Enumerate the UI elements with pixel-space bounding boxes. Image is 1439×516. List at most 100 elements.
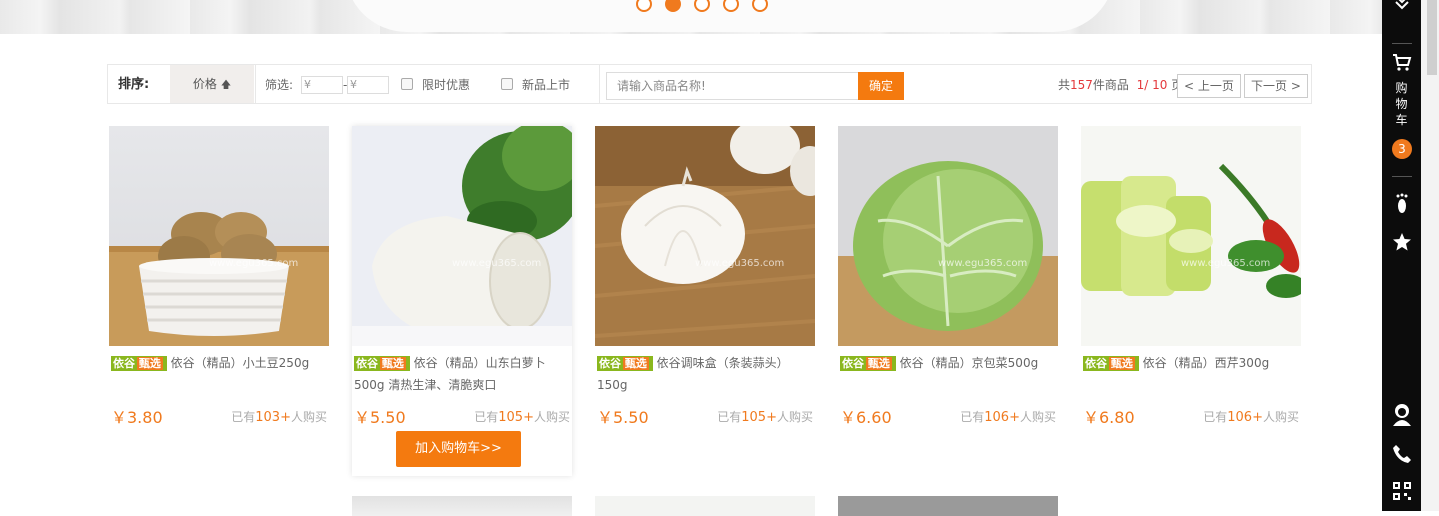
star-icon[interactable]	[1382, 232, 1421, 254]
carousel-dot-2[interactable]	[665, 0, 681, 12]
product-image[interactable]: www.egu365.com	[1081, 126, 1301, 346]
product-name[interactable]: 依谷 甄选 依谷（精品）京包菜500g	[840, 352, 1055, 374]
search-confirm-button[interactable]: 确定	[858, 72, 904, 100]
product-image[interactable]	[838, 496, 1058, 516]
count-prefix: 共	[1058, 78, 1071, 92]
product-card[interactable]: www.egu365.com 依谷 甄选 依谷（精品）西芹300g ￥6.80 …	[1081, 126, 1301, 427]
sold-suffix: 人购买	[533, 410, 570, 424]
qrcode-icon[interactable]	[1382, 481, 1421, 503]
product-price: ￥6.80	[1083, 408, 1135, 427]
page-scrollbar-thumb[interactable]	[1427, 0, 1437, 75]
limited-offer-checkbox[interactable]	[401, 78, 413, 90]
watermark: www.egu365.com	[209, 258, 299, 269]
filter-bar: 排序: 价格 🡅 筛选: ¥ - ¥ 限时优惠 新品上市 请输入商品名称! 确定 …	[107, 64, 1312, 104]
phone-icon[interactable]	[1382, 444, 1421, 466]
carousel-dot-1[interactable]	[636, 0, 652, 12]
filter-label: 筛选:	[265, 78, 294, 92]
cart-label[interactable]: 购物车	[1382, 80, 1421, 128]
brand-tag-a: 依谷	[356, 357, 378, 370]
limited-offer-label[interactable]: 限时优惠	[422, 65, 470, 105]
collapse-icon[interactable]	[1382, 0, 1421, 14]
sort-label: 排序:	[118, 77, 150, 92]
sold-prefix: 已有	[474, 410, 499, 424]
product-card[interactable]: www.egu365.com 依谷 甄选 依谷（精品）小土豆250g ￥3.80…	[109, 126, 329, 427]
sold-count: 已有105+人购买	[474, 408, 570, 425]
price-max-input[interactable]: ¥	[347, 76, 389, 94]
total-pages: 10	[1152, 78, 1168, 92]
footprint-icon[interactable]	[1382, 193, 1421, 217]
cart-icon[interactable]	[1382, 52, 1421, 76]
product-image[interactable]	[352, 496, 572, 516]
brand-tag-a: 依谷	[113, 357, 135, 370]
product-card[interactable]: www.egu365.com 依谷 甄选 依谷调味盒（条装蒜头）150g ￥5.…	[595, 126, 815, 427]
search-input[interactable]: 请输入商品名称!	[606, 72, 859, 100]
divider	[255, 65, 256, 103]
product-title[interactable]: 依谷（精品）小土豆250g	[171, 356, 310, 370]
cart-count-badge: 3	[1392, 139, 1412, 159]
brand-tag-a: 依谷	[599, 357, 621, 370]
product-card[interactable]: www.egu365.com 依谷 甄选 依谷（精品）山东白萝卜500g 清热生…	[352, 126, 572, 476]
product-image[interactable]: www.egu365.com	[595, 126, 815, 346]
sort-price-button[interactable]: 价格 🡅	[170, 65, 254, 103]
sold-suffix: 人购买	[776, 410, 813, 424]
sold-suffix: 人购买	[1262, 410, 1299, 424]
brand-tag-a: 依谷	[842, 357, 864, 370]
sold-suffix: 人购买	[290, 410, 327, 424]
product-price: ￥6.60	[840, 408, 892, 427]
arrow-up-icon: 🡅	[220, 80, 232, 91]
product-image[interactable]	[595, 496, 815, 516]
brand-tag: 依谷 甄选	[111, 356, 167, 371]
sort-price-label: 价格	[192, 77, 217, 91]
sold-prefix: 已有	[1203, 410, 1228, 424]
product-name[interactable]: 依谷 甄选 依谷（精品）西芹300g	[1083, 352, 1298, 374]
price-min-input[interactable]: ¥	[301, 76, 343, 94]
sold-number: 105+	[498, 410, 534, 425]
watermark: www.egu365.com	[1181, 258, 1271, 269]
next-page-button[interactable]: 下一页 >	[1244, 74, 1308, 98]
brand-tag: 依谷 甄选	[840, 356, 896, 371]
brand-tag-b: 甄选	[622, 357, 649, 370]
divider	[1392, 43, 1412, 44]
divider	[599, 65, 600, 103]
product-name[interactable]: 依谷 甄选 依谷（精品）小土豆250g	[111, 352, 326, 374]
page-scrollbar-track[interactable]	[1421, 0, 1439, 511]
add-to-cart-button[interactable]: 加入购物车>>	[396, 431, 521, 467]
product-image[interactable]: www.egu365.com	[352, 126, 572, 346]
customer-service-icon[interactable]	[1382, 402, 1421, 428]
product-name[interactable]: 依谷 甄选 依谷调味盒（条装蒜头）150g	[597, 352, 812, 396]
sold-prefix: 已有	[960, 410, 985, 424]
banner-carousel	[0, 0, 1382, 34]
product-image[interactable]: www.egu365.com	[838, 126, 1058, 346]
product-price: ￥5.50	[597, 408, 649, 427]
sold-count: 已有106+人购买	[1203, 408, 1299, 425]
product-price: ￥3.80	[111, 408, 163, 427]
brand-tag: 依谷 甄选	[597, 356, 653, 371]
count-suffix: 件商品	[1092, 78, 1129, 92]
right-sidebar: 购物车 3	[1382, 0, 1421, 511]
watermark: www.egu365.com	[452, 258, 542, 269]
page-slash: /	[1144, 78, 1149, 92]
product-card[interactable]: www.egu365.com 依谷 甄选 依谷（精品）京包菜500g ￥6.60…	[838, 126, 1058, 427]
brand-tag-b: 甄选	[379, 357, 406, 370]
sold-prefix: 已有	[717, 410, 742, 424]
carousel-dots	[636, 0, 768, 12]
watermark: www.egu365.com	[938, 258, 1028, 269]
product-name[interactable]: 依谷 甄选 依谷（精品）山东白萝卜500g 清热生津、清脆爽口	[354, 352, 569, 396]
brand-tag: 依谷 甄选	[1083, 356, 1139, 371]
brand-tag: 依谷 甄选	[354, 356, 410, 371]
new-arrival-label[interactable]: 新品上市	[522, 65, 570, 105]
sold-suffix: 人购买	[1019, 410, 1056, 424]
product-image[interactable]: www.egu365.com	[109, 126, 329, 346]
product-title[interactable]: 依谷（精品）京包菜500g	[900, 356, 1039, 370]
product-title[interactable]: 依谷（精品）西芹300g	[1143, 356, 1270, 370]
sold-count: 已有106+人购买	[960, 408, 1056, 425]
brand-tag-a: 依谷	[1085, 357, 1107, 370]
carousel-dot-4[interactable]	[723, 0, 739, 12]
prev-page-button[interactable]: < 上一页	[1177, 74, 1241, 98]
sold-number: 106+	[1227, 410, 1263, 425]
new-arrival-checkbox[interactable]	[501, 78, 513, 90]
carousel-dot-5[interactable]	[752, 0, 768, 12]
sold-count: 已有105+人购买	[717, 408, 813, 425]
carousel-dot-3[interactable]	[694, 0, 710, 12]
cart-label-text[interactable]: 购物车	[1395, 80, 1409, 128]
